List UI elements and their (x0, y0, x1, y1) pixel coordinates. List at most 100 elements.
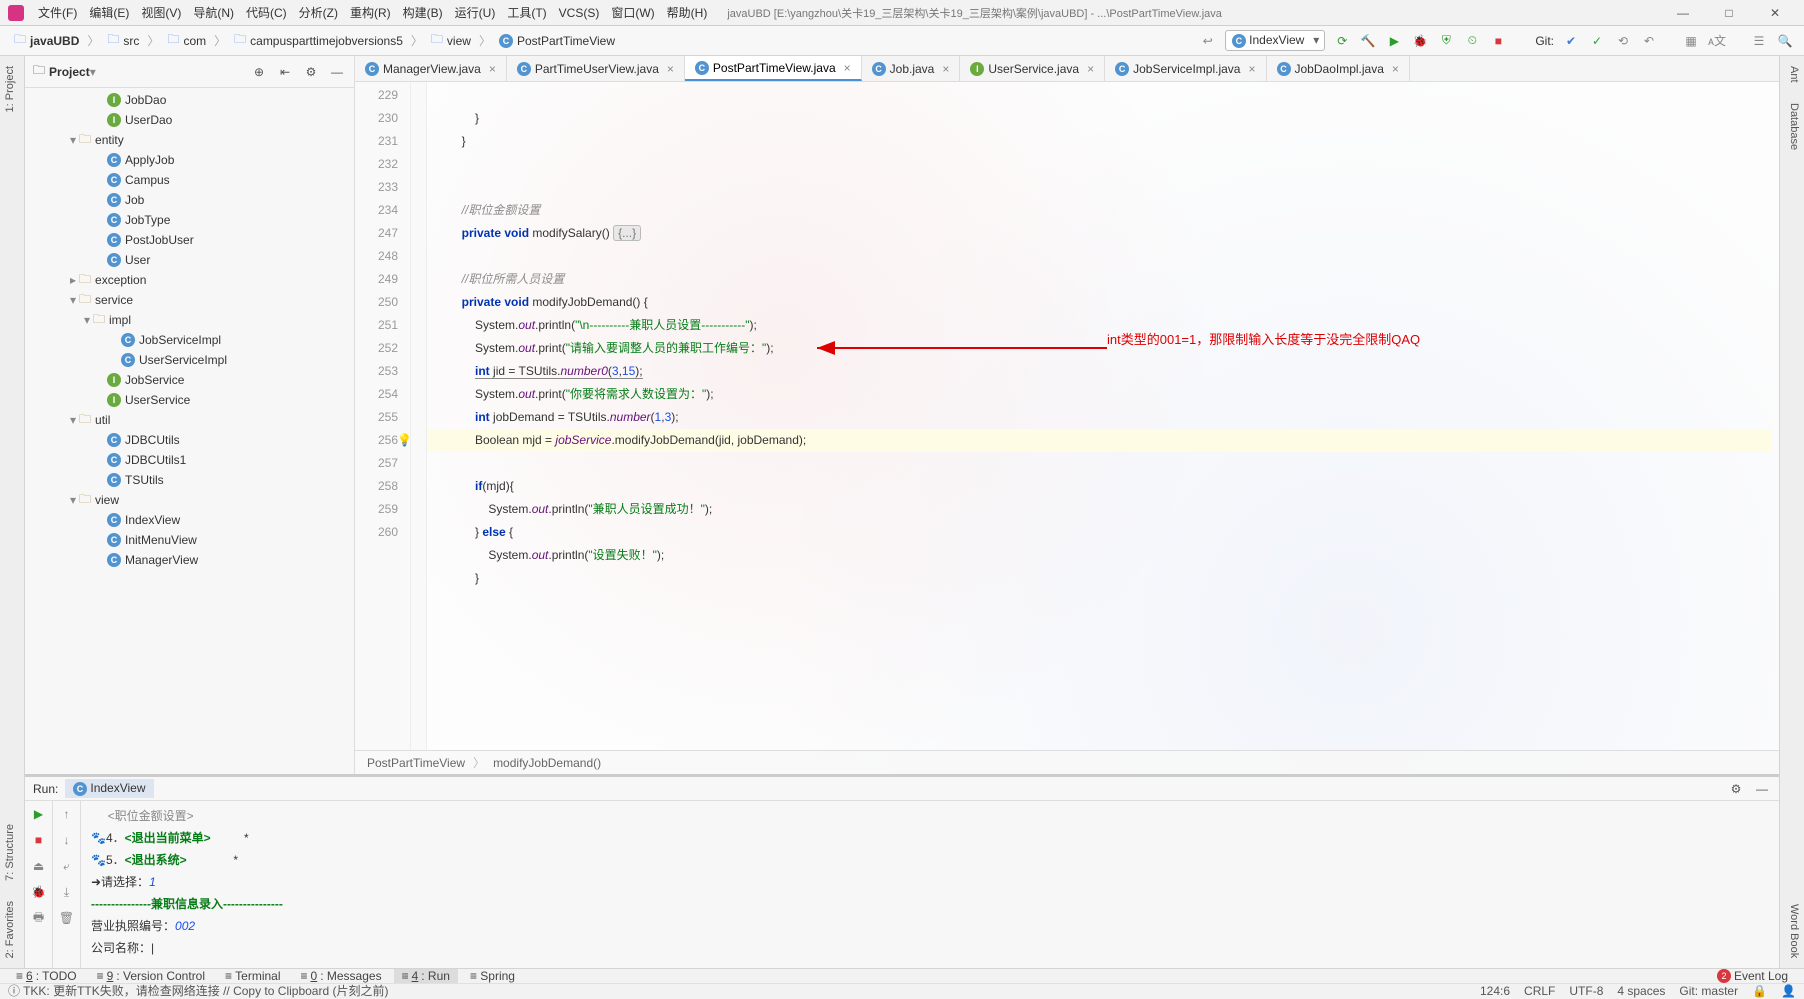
editor-tab[interactable]: CPartTimeUserView.java× (507, 56, 685, 81)
tree-node[interactable]: CTSUtils (25, 470, 354, 490)
menu-run[interactable]: 运行(U) (449, 4, 502, 21)
dump-button[interactable]: 🐞 (30, 883, 48, 901)
menu-tools[interactable]: 工具(T) (501, 4, 552, 21)
editor-tab[interactable]: CManagerView.java× (355, 56, 507, 81)
run-config-tab[interactable]: C IndexView (65, 779, 154, 798)
tree-node[interactable]: CIndexView (25, 510, 354, 530)
menu-code[interactable]: 代码(C) (240, 4, 293, 21)
tree-node[interactable]: CManagerView (25, 550, 354, 570)
menu-file[interactable]: 文件(F) (32, 4, 83, 21)
tree-node[interactable]: ▾🗀impl (25, 310, 354, 330)
ide-actions-button[interactable]: ▦ (1682, 32, 1700, 50)
tool-database[interactable]: Database (1780, 93, 1804, 160)
tree-node[interactable]: IUserService (25, 390, 354, 410)
menu-help[interactable]: 帮助(H) (661, 4, 714, 21)
bottom-tab[interactable]: ≡ 4: Run (394, 969, 458, 983)
tree-node[interactable]: CCampus (25, 170, 354, 190)
editor-tab[interactable]: CJobServiceImpl.java× (1105, 56, 1266, 81)
git-history-button[interactable]: ⟲ (1614, 32, 1632, 50)
git-commit-button[interactable]: ✓ (1588, 32, 1606, 50)
caret-position[interactable]: 124:6 (1480, 984, 1510, 998)
close-tab-icon[interactable]: × (840, 61, 851, 75)
tree-node[interactable]: ▸🗀exception (25, 270, 354, 290)
exit-button[interactable]: ⏏ (30, 857, 48, 875)
crumb-pkg[interactable]: campusparttimejobversions5 (250, 34, 403, 48)
git-revert-button[interactable]: ↶ (1640, 32, 1658, 50)
editor-tab[interactable]: CJob.java× (862, 56, 961, 81)
print-button[interactable]: 🖶 (30, 909, 48, 927)
tree-node[interactable]: IJobService (25, 370, 354, 390)
tool-wordbook[interactable]: Word Book (1780, 894, 1804, 968)
coverage-button[interactable]: ⛨ (1437, 32, 1455, 50)
tree-node[interactable]: ▾🗀view (25, 490, 354, 510)
inspector-icon[interactable]: 👤 (1781, 984, 1796, 998)
menu-edit[interactable]: 编辑(E) (83, 4, 135, 21)
lock-icon[interactable]: 🔒 (1752, 984, 1767, 998)
crumb-class[interactable]: PostPartTimeView (367, 756, 465, 770)
bottom-tab[interactable]: ≡ 6: TODO (8, 969, 85, 983)
bottom-tab[interactable]: ≡ Terminal (217, 969, 288, 983)
intention-bulb-icon[interactable]: 💡 (397, 429, 412, 452)
run-config-select[interactable]: C IndexView (1225, 30, 1326, 51)
maximize-button[interactable]: □ (1714, 6, 1744, 20)
tree-node[interactable]: CPostJobUser (25, 230, 354, 250)
line-separator[interactable]: CRLF (1524, 984, 1555, 998)
editor-tab[interactable]: IUserService.java× (960, 56, 1105, 81)
project-tree[interactable]: IJobDaoIUserDao▾🗀entityCApplyJobCCampusC… (25, 88, 354, 774)
editor-tab[interactable]: CPostPartTimeView.java× (685, 56, 862, 81)
sync-button[interactable]: ⟳ (1333, 32, 1351, 50)
menu-refactor[interactable]: 重构(R) (344, 4, 397, 21)
debug-button[interactable]: 🐞 (1411, 32, 1429, 50)
close-button[interactable]: ✕ (1760, 6, 1790, 20)
git-update-button[interactable]: ✔ (1562, 32, 1580, 50)
down-button[interactable]: ↓ (58, 831, 76, 849)
scroll-button[interactable]: ⤓ (58, 883, 76, 901)
tree-node[interactable]: CJobType (25, 210, 354, 230)
bottom-tab[interactable]: ≡ 9: Version Control (89, 969, 213, 983)
settings-button[interactable]: ☰ (1750, 32, 1768, 50)
tree-node[interactable]: IJobDao (25, 90, 354, 110)
locate-button[interactable]: ⊕ (250, 63, 268, 81)
stop-button[interactable]: ■ (1489, 32, 1507, 50)
tool-structure[interactable]: 7: Structure (0, 814, 24, 891)
indent-setting[interactable]: 4 spaces (1617, 984, 1665, 998)
tree-node[interactable]: CUser (25, 250, 354, 270)
close-tab-icon[interactable]: × (1244, 62, 1255, 76)
crumb-project[interactable]: javaUBD (30, 34, 79, 48)
translate-button[interactable]: ᴀ文 (1708, 32, 1726, 50)
up-button[interactable]: ↑ (58, 805, 76, 823)
collapse-button[interactable]: ⇤ (276, 63, 294, 81)
build-button[interactable]: 🔨 (1359, 32, 1377, 50)
file-encoding[interactable]: UTF-8 (1569, 984, 1603, 998)
close-tab-icon[interactable]: × (1388, 62, 1399, 76)
minimize-button[interactable]: — (1668, 6, 1698, 20)
close-tab-icon[interactable]: × (485, 62, 496, 76)
crumb-class[interactable]: PostPartTimeView (517, 34, 615, 48)
tree-node[interactable]: IUserDao (25, 110, 354, 130)
back-button[interactable]: ↩ (1199, 32, 1217, 50)
search-button[interactable]: 🔍 (1776, 32, 1794, 50)
menu-analyze[interactable]: 分析(Z) (293, 4, 344, 21)
tree-node[interactable]: CJob (25, 190, 354, 210)
close-tab-icon[interactable]: × (938, 62, 949, 76)
settings-icon[interactable]: ⚙ (302, 63, 320, 81)
run-output[interactable]: <职位金额设置> 🐾4．<退出当前菜单> * 🐾5．<退出系统> * ➜请选择：… (81, 801, 1779, 968)
run-hide-button[interactable]: — (1753, 780, 1771, 798)
stop-run-button[interactable]: ■ (30, 831, 48, 849)
tree-node[interactable]: ▾🗀service (25, 290, 354, 310)
tree-node[interactable]: CUserServiceImpl (25, 350, 354, 370)
close-tab-icon[interactable]: × (1083, 62, 1094, 76)
bottom-tab[interactable]: ≡ 0: Messages (293, 969, 390, 983)
tool-ant[interactable]: Ant (1780, 56, 1804, 93)
close-tab-icon[interactable]: × (663, 62, 674, 76)
menu-navigate[interactable]: 导航(N) (187, 4, 240, 21)
crumb-src[interactable]: src (123, 34, 139, 48)
menu-window[interactable]: 窗口(W) (605, 4, 660, 21)
tree-node[interactable]: CInitMenuView (25, 530, 354, 550)
run-settings-icon[interactable]: ⚙ (1727, 780, 1745, 798)
tree-node[interactable]: CApplyJob (25, 150, 354, 170)
menu-vcs[interactable]: VCS(S) (553, 6, 606, 20)
menu-build[interactable]: 构建(B) (397, 4, 449, 21)
crumb-view[interactable]: view (447, 34, 471, 48)
hide-button[interactable]: — (328, 63, 346, 81)
